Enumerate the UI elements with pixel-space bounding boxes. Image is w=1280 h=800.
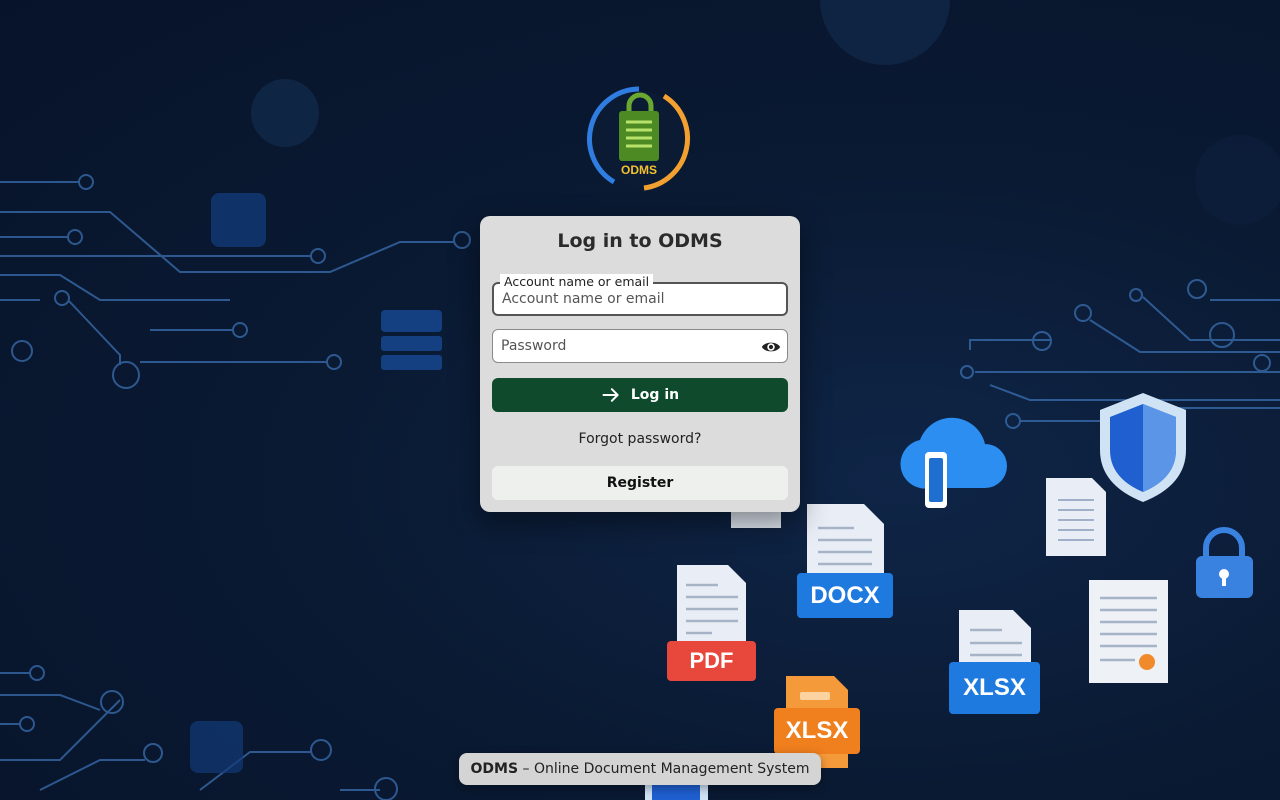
login-button[interactable]: Log in <box>492 378 788 412</box>
cloud-icon <box>900 417 1007 508</box>
pdf-file-icon <box>677 565 746 648</box>
xlsx-badge-orange: XLSX <box>774 708 860 754</box>
footer-description: Online Document Management System <box>533 761 810 777</box>
login-button-label: Log in <box>630 387 680 403</box>
padlock-icon <box>1196 527 1253 598</box>
account-input[interactable] <box>502 284 752 314</box>
password-input[interactable] <box>501 330 751 362</box>
register-button[interactable]: Register <box>492 466 788 500</box>
document-icon <box>1046 478 1106 556</box>
password-field[interactable] <box>492 329 788 363</box>
footer-brand: ODMS <box>470 761 519 777</box>
docx-badge: DOCX <box>797 573 893 618</box>
arrow-right-icon <box>602 388 619 402</box>
register-button-label: Register <box>606 475 674 491</box>
account-field[interactable]: Account name or email <box>492 274 788 316</box>
login-card: Log in to ODMS Account name or email Log… <box>480 216 800 512</box>
odms-logo: ODMS <box>587 86 690 191</box>
footer-separator: – <box>518 761 534 777</box>
pdf-badge: PDF <box>667 641 756 681</box>
xlsx-file-icon <box>959 610 1031 670</box>
svg-text:ODMS: ODMS <box>621 163 657 177</box>
footer-banner: ODMS – Online Document Management System <box>459 753 821 785</box>
xlsx-badge-blue: XLSX <box>949 662 1040 714</box>
forgot-password-link[interactable]: Forgot password? <box>480 431 800 447</box>
eye-icon[interactable] <box>761 337 781 357</box>
login-title: Log in to ODMS <box>557 230 723 252</box>
shield-icon <box>1100 393 1186 502</box>
certificate-icon <box>1089 580 1168 683</box>
